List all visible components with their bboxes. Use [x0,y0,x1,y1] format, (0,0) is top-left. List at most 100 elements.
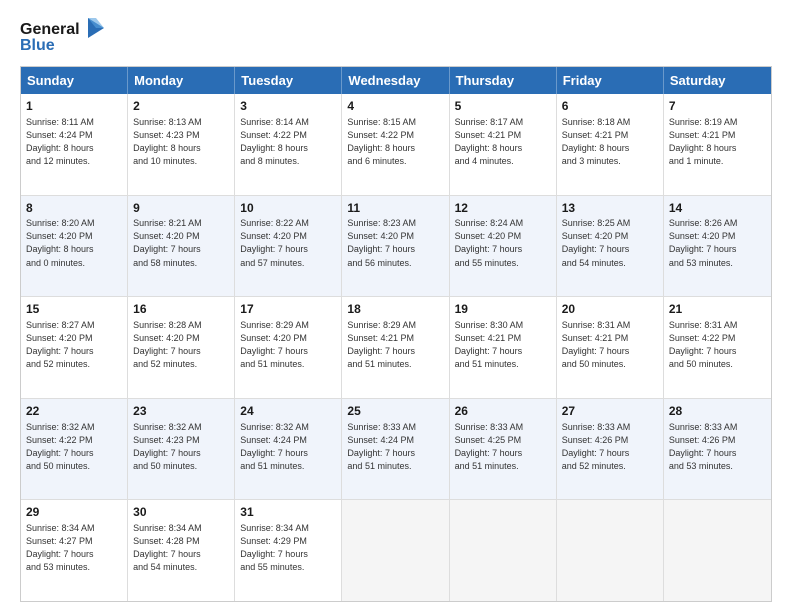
header-day-thursday: Thursday [450,67,557,94]
day-info: Sunrise: 8:22 AMSunset: 4:20 PMDaylight:… [240,217,336,269]
day-info: Sunrise: 8:29 AMSunset: 4:20 PMDaylight:… [240,319,336,371]
day-info: Sunrise: 8:32 AMSunset: 4:22 PMDaylight:… [26,421,122,473]
day-number: 9 [133,200,229,217]
day-info: Sunrise: 8:25 AMSunset: 4:20 PMDaylight:… [562,217,658,269]
day-cell-27: 27Sunrise: 8:33 AMSunset: 4:26 PMDayligh… [557,399,664,500]
day-cell-29: 29Sunrise: 8:34 AMSunset: 4:27 PMDayligh… [21,500,128,601]
day-info: Sunrise: 8:18 AMSunset: 4:21 PMDaylight:… [562,116,658,168]
day-number: 27 [562,403,658,420]
week-row-0: 1Sunrise: 8:11 AMSunset: 4:24 PMDaylight… [21,94,771,196]
day-number: 29 [26,504,122,521]
week-row-3: 22Sunrise: 8:32 AMSunset: 4:22 PMDayligh… [21,399,771,501]
svg-text:General: General [20,21,80,38]
header: General Blue [20,16,772,58]
day-info: Sunrise: 8:13 AMSunset: 4:23 PMDaylight:… [133,116,229,168]
day-info: Sunrise: 8:32 AMSunset: 4:23 PMDaylight:… [133,421,229,473]
day-number: 16 [133,301,229,318]
day-cell-30: 30Sunrise: 8:34 AMSunset: 4:28 PMDayligh… [128,500,235,601]
day-info: Sunrise: 8:21 AMSunset: 4:20 PMDaylight:… [133,217,229,269]
day-info: Sunrise: 8:34 AMSunset: 4:29 PMDaylight:… [240,522,336,574]
header-day-tuesday: Tuesday [235,67,342,94]
header-day-wednesday: Wednesday [342,67,449,94]
calendar-header: SundayMondayTuesdayWednesdayThursdayFrid… [21,67,771,94]
day-info: Sunrise: 8:11 AMSunset: 4:24 PMDaylight:… [26,116,122,168]
day-number: 14 [669,200,766,217]
day-info: Sunrise: 8:23 AMSunset: 4:20 PMDaylight:… [347,217,443,269]
day-info: Sunrise: 8:33 AMSunset: 4:24 PMDaylight:… [347,421,443,473]
header-day-friday: Friday [557,67,664,94]
day-cell-19: 19Sunrise: 8:30 AMSunset: 4:21 PMDayligh… [450,297,557,398]
day-cell-6: 6Sunrise: 8:18 AMSunset: 4:21 PMDaylight… [557,94,664,195]
day-number: 10 [240,200,336,217]
day-number: 20 [562,301,658,318]
header-day-saturday: Saturday [664,67,771,94]
day-number: 7 [669,98,766,115]
day-number: 3 [240,98,336,115]
day-info: Sunrise: 8:29 AMSunset: 4:21 PMDaylight:… [347,319,443,371]
day-number: 25 [347,403,443,420]
header-day-sunday: Sunday [21,67,128,94]
day-info: Sunrise: 8:27 AMSunset: 4:20 PMDaylight:… [26,319,122,371]
day-info: Sunrise: 8:33 AMSunset: 4:25 PMDaylight:… [455,421,551,473]
day-info: Sunrise: 8:30 AMSunset: 4:21 PMDaylight:… [455,319,551,371]
day-cell-1: 1Sunrise: 8:11 AMSunset: 4:24 PMDaylight… [21,94,128,195]
empty-cell [557,500,664,601]
day-number: 2 [133,98,229,115]
day-cell-13: 13Sunrise: 8:25 AMSunset: 4:20 PMDayligh… [557,196,664,297]
day-cell-11: 11Sunrise: 8:23 AMSunset: 4:20 PMDayligh… [342,196,449,297]
day-info: Sunrise: 8:31 AMSunset: 4:22 PMDaylight:… [669,319,766,371]
day-cell-18: 18Sunrise: 8:29 AMSunset: 4:21 PMDayligh… [342,297,449,398]
day-number: 15 [26,301,122,318]
day-number: 4 [347,98,443,115]
day-info: Sunrise: 8:32 AMSunset: 4:24 PMDaylight:… [240,421,336,473]
day-info: Sunrise: 8:34 AMSunset: 4:27 PMDaylight:… [26,522,122,574]
day-cell-17: 17Sunrise: 8:29 AMSunset: 4:20 PMDayligh… [235,297,342,398]
day-number: 26 [455,403,551,420]
day-cell-5: 5Sunrise: 8:17 AMSunset: 4:21 PMDaylight… [450,94,557,195]
day-info: Sunrise: 8:33 AMSunset: 4:26 PMDaylight:… [669,421,766,473]
day-info: Sunrise: 8:31 AMSunset: 4:21 PMDaylight:… [562,319,658,371]
day-number: 21 [669,301,766,318]
day-number: 11 [347,200,443,217]
svg-text:Blue: Blue [20,37,55,54]
day-number: 19 [455,301,551,318]
day-info: Sunrise: 8:26 AMSunset: 4:20 PMDaylight:… [669,217,766,269]
day-cell-15: 15Sunrise: 8:27 AMSunset: 4:20 PMDayligh… [21,297,128,398]
calendar: SundayMondayTuesdayWednesdayThursdayFrid… [20,66,772,602]
day-cell-26: 26Sunrise: 8:33 AMSunset: 4:25 PMDayligh… [450,399,557,500]
day-number: 31 [240,504,336,521]
day-cell-12: 12Sunrise: 8:24 AMSunset: 4:20 PMDayligh… [450,196,557,297]
day-number: 17 [240,301,336,318]
day-number: 8 [26,200,122,217]
day-cell-21: 21Sunrise: 8:31 AMSunset: 4:22 PMDayligh… [664,297,771,398]
week-row-1: 8Sunrise: 8:20 AMSunset: 4:20 PMDaylight… [21,196,771,298]
day-cell-9: 9Sunrise: 8:21 AMSunset: 4:20 PMDaylight… [128,196,235,297]
empty-cell [664,500,771,601]
day-info: Sunrise: 8:33 AMSunset: 4:26 PMDaylight:… [562,421,658,473]
day-number: 6 [562,98,658,115]
day-cell-23: 23Sunrise: 8:32 AMSunset: 4:23 PMDayligh… [128,399,235,500]
day-number: 28 [669,403,766,420]
day-number: 30 [133,504,229,521]
logo: General Blue [20,16,110,58]
day-cell-10: 10Sunrise: 8:22 AMSunset: 4:20 PMDayligh… [235,196,342,297]
day-number: 1 [26,98,122,115]
day-cell-25: 25Sunrise: 8:33 AMSunset: 4:24 PMDayligh… [342,399,449,500]
week-row-4: 29Sunrise: 8:34 AMSunset: 4:27 PMDayligh… [21,500,771,601]
day-cell-8: 8Sunrise: 8:20 AMSunset: 4:20 PMDaylight… [21,196,128,297]
week-row-2: 15Sunrise: 8:27 AMSunset: 4:20 PMDayligh… [21,297,771,399]
day-cell-14: 14Sunrise: 8:26 AMSunset: 4:20 PMDayligh… [664,196,771,297]
day-info: Sunrise: 8:24 AMSunset: 4:20 PMDaylight:… [455,217,551,269]
day-cell-24: 24Sunrise: 8:32 AMSunset: 4:24 PMDayligh… [235,399,342,500]
day-info: Sunrise: 8:14 AMSunset: 4:22 PMDaylight:… [240,116,336,168]
day-info: Sunrise: 8:17 AMSunset: 4:21 PMDaylight:… [455,116,551,168]
day-cell-31: 31Sunrise: 8:34 AMSunset: 4:29 PMDayligh… [235,500,342,601]
day-cell-3: 3Sunrise: 8:14 AMSunset: 4:22 PMDaylight… [235,94,342,195]
logo-svg: General Blue [20,16,110,58]
header-day-monday: Monday [128,67,235,94]
day-number: 13 [562,200,658,217]
day-number: 23 [133,403,229,420]
day-info: Sunrise: 8:20 AMSunset: 4:20 PMDaylight:… [26,217,122,269]
day-cell-22: 22Sunrise: 8:32 AMSunset: 4:22 PMDayligh… [21,399,128,500]
day-number: 12 [455,200,551,217]
